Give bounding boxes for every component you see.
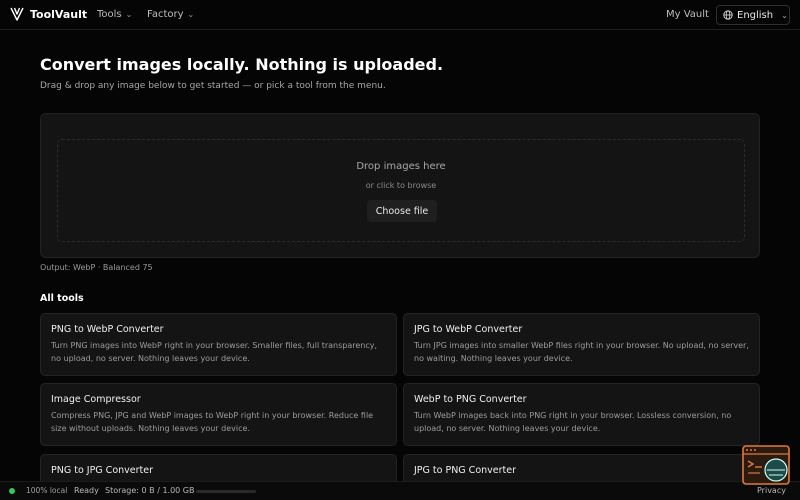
tool-card-image-compressor[interactable]: Image Compressor Compress PNG, JPG and W… [40, 383, 397, 446]
tool-card-title: PNG to WebP Converter [51, 324, 164, 335]
tool-card-title: Image Compressor [51, 394, 141, 405]
tool-card-description: Compress PNG, JPG and WebP images to Web… [51, 411, 374, 433]
nav-tools-menu[interactable]: Tools ⌄ [97, 9, 132, 20]
choose-file-button[interactable]: Choose file [367, 200, 437, 222]
page-title: Convert images locally. Nothing is uploa… [40, 55, 444, 74]
chevron-down-icon: ⌄ [187, 10, 195, 19]
top-navbar: ToolVault Tools ⌄ Factory ⌄ My Vault Eng… [0, 0, 800, 30]
tool-card-png-to-webp[interactable]: PNG to WebP Converter Turn PNG images in… [40, 313, 397, 376]
tool-card-description: Turn PNG images into WebP right in your … [51, 341, 378, 363]
dropzone-title: Drop images here [356, 161, 446, 172]
local-status-dot-icon [9, 488, 15, 494]
nav-my-vault-link[interactable]: My Vault [666, 9, 709, 20]
all-tools-heading: All tools [40, 293, 84, 304]
tool-card-jpg-to-webp[interactable]: JPG to WebP Converter Turn JPG images in… [403, 313, 760, 376]
logo-icon [10, 7, 24, 21]
output-settings-text: Output: WebP · Balanced 75 [40, 263, 153, 272]
terminal-widget-icon [742, 445, 790, 485]
language-selector[interactable]: English ⌄ [716, 5, 790, 25]
chevron-down-icon: ⌄ [125, 10, 133, 19]
tool-card-title: WebP to PNG Converter [414, 394, 527, 405]
tool-card-title: JPG to WebP Converter [414, 324, 523, 335]
tool-card-title: PNG to JPG Converter [51, 465, 153, 476]
chevron-down-icon: ⌄ [781, 10, 788, 20]
dropzone-area[interactable]: Drop images here or click to browse Choo… [57, 139, 745, 242]
language-label: English [737, 9, 774, 21]
floating-terminal-widget[interactable] [742, 445, 790, 485]
nav-tools-label: Tools [97, 9, 122, 20]
local-status-label: 100% local [26, 486, 68, 495]
storage-text: Storage: 0 B / 1.00 GB [105, 486, 195, 495]
dropzone-subtitle: or click to browse [365, 181, 437, 190]
status-text: Ready [74, 486, 99, 495]
globe-icon [723, 10, 733, 20]
page-subtitle: Drag & drop any image below to get start… [40, 81, 386, 91]
tool-card-description: Turn WebP images back into PNG right in … [414, 411, 732, 433]
tool-card-description: Turn JPG images into smaller WebP files … [414, 341, 749, 363]
brand-logo[interactable]: ToolVault [10, 7, 87, 21]
nav-factory-menu[interactable]: Factory ⌄ [147, 9, 194, 20]
privacy-link[interactable]: Privacy [757, 486, 786, 495]
tool-card-webp-to-png[interactable]: WebP to PNG Converter Turn WebP images b… [403, 383, 760, 446]
storage-progress-bar [196, 490, 256, 493]
brand-name: ToolVault [30, 7, 88, 21]
status-bar: 100% local Ready Storage: 0 B / 1.00 GB … [0, 481, 800, 500]
dropzone-panel: Drop images here or click to browse Choo… [40, 113, 760, 258]
tool-card-title: JPG to PNG Converter [414, 465, 516, 476]
nav-factory-label: Factory [147, 9, 184, 20]
